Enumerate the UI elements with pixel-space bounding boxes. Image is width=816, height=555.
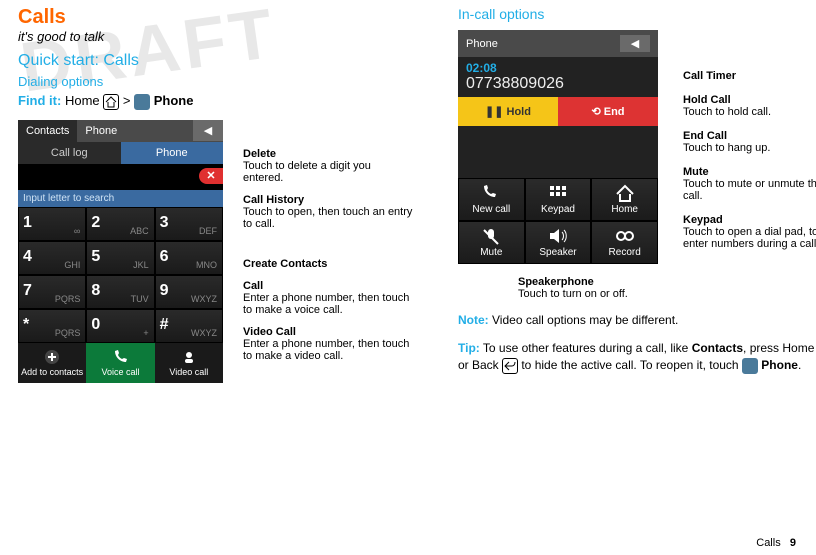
incall-blank [458, 126, 658, 178]
find-home: Home [65, 93, 100, 108]
callout-keypad: KeypadTouch to open a dial pad, to enter… [683, 214, 816, 250]
video-call-button[interactable]: Video call [155, 343, 223, 383]
callout-mute: MuteTouch to mute or unmute the call. [683, 166, 816, 202]
tip-line: Tip: To use other features during a call… [458, 340, 816, 374]
dialing-heading: Dialing options [18, 74, 418, 89]
home-icon [103, 94, 119, 110]
dial-keypad: 1∞ 2ABC 3DEF 4GHI 5JKL 6MNO 7PQRS 8TUV 9… [18, 207, 223, 343]
dialer-mock: Contacts Phone ◀ Call log Phone ✕ Input … [18, 120, 223, 383]
callout-create: Create Contacts [243, 258, 413, 270]
key-4[interactable]: 4GHI [18, 241, 86, 275]
phone-icon [112, 349, 128, 365]
key-9[interactable]: 9WXYZ [155, 275, 223, 309]
find-it-line: Find it: Home > Phone [18, 93, 418, 110]
callout-hold: Hold CallTouch to hold call. [683, 94, 816, 118]
callout-history: Call HistoryTouch to open, then touch an… [243, 194, 413, 230]
plus-icon [44, 349, 60, 365]
keypad-button[interactable]: Keypad [525, 178, 592, 221]
video-icon [181, 349, 197, 365]
key-1[interactable]: 1∞ [18, 207, 86, 241]
key-0[interactable]: 0+ [86, 309, 154, 343]
record-icon [615, 227, 635, 245]
key-hash[interactable]: #WXYZ [155, 309, 223, 343]
tab-phone[interactable]: Phone [77, 120, 125, 142]
number-display: ✕ [18, 164, 223, 190]
phone-app-icon [742, 358, 758, 374]
key-star[interactable]: *PQRS [18, 309, 86, 343]
key-6[interactable]: 6MNO [155, 241, 223, 275]
nav-back-button[interactable]: ◀ [193, 120, 223, 141]
end-button[interactable]: ⟲ End [558, 97, 658, 126]
find-it-label: Find it: [18, 93, 61, 108]
key-3[interactable]: 3DEF [155, 207, 223, 241]
page-title: Calls [18, 6, 418, 29]
quickstart-heading: Quick start: Calls [18, 52, 418, 70]
dialer-subtabs: Call log Phone [18, 142, 223, 164]
voice-call-button[interactable]: Voice call [86, 343, 154, 383]
speaker-icon [548, 227, 568, 245]
key-5[interactable]: 5JKL [86, 241, 154, 275]
incall-callouts: Call Timer Hold CallTouch to hold call. … [683, 70, 816, 262]
phone-plus-icon [481, 184, 501, 202]
callout-end: End CallTouch to hang up. [683, 130, 816, 154]
incall-info: 02:08 07738809026 [458, 57, 658, 97]
search-bar[interactable]: Input letter to search [18, 190, 223, 207]
tip-label: Tip: [458, 341, 480, 355]
key-7[interactable]: 7PQRS [18, 275, 86, 309]
incall-buttons: ❚❚ Hold ⟲ End [458, 97, 658, 126]
new-call-button[interactable]: New call [458, 178, 525, 221]
incall-mock: Phone ◀ 02:08 07738809026 ❚❚ Hold ⟲ End … [458, 30, 658, 264]
mute-icon [481, 227, 501, 245]
phone-app-icon [134, 94, 150, 110]
key-2[interactable]: 2ABC [86, 207, 154, 241]
footer-page: 9 [790, 537, 796, 549]
tagline: it's good to talk [18, 29, 418, 44]
footer-section: Calls [756, 537, 780, 549]
incall-title: Phone [466, 38, 498, 50]
tab-contacts[interactable]: Contacts [18, 120, 77, 142]
subtab-calllog[interactable]: Call log [18, 142, 121, 164]
incall-heading: In-call options [458, 6, 816, 22]
call-timer: 02:08 [466, 61, 650, 75]
key-8[interactable]: 8TUV [86, 275, 154, 309]
find-phone: Phone [154, 93, 194, 108]
dialer-titlebar: Contacts Phone ◀ [18, 120, 223, 142]
keypad-icon [548, 184, 568, 202]
add-to-contacts-button[interactable]: Add to contacts [18, 343, 86, 383]
home-button[interactable]: Home [591, 178, 658, 221]
back-icon [502, 358, 518, 374]
home-icon [615, 184, 635, 202]
note-text: Video call options may be different. [492, 313, 678, 327]
record-button[interactable]: Record [591, 221, 658, 264]
dialer-callouts: DeleteTouch to delete a digit you entere… [243, 120, 413, 372]
mute-button[interactable]: Mute [458, 221, 525, 264]
incall-titlebar: Phone ◀ [458, 30, 658, 57]
dialer-actions: Add to contacts Voice call Video call [18, 343, 223, 383]
callout-video: Video CallEnter a phone number, then tou… [243, 326, 413, 362]
delete-button[interactable]: ✕ [199, 168, 223, 184]
subtab-phone[interactable]: Phone [121, 142, 224, 164]
hold-button[interactable]: ❚❚ Hold [458, 97, 558, 126]
page-footer: Calls 9 [756, 537, 796, 549]
speaker-button[interactable]: Speaker [525, 221, 592, 264]
callout-call: CallEnter a phone number, then touch to … [243, 280, 413, 316]
find-gt: > [123, 93, 131, 108]
note-label: Note: [458, 313, 489, 327]
call-number: 07738809026 [466, 75, 650, 93]
incall-grid: New call Keypad Home Mute [458, 178, 658, 264]
callout-delete: DeleteTouch to delete a digit you entere… [243, 148, 413, 184]
incall-nav-back[interactable]: ◀ [620, 35, 650, 52]
note-line: Note: Video call options may be differen… [458, 312, 816, 328]
callout-timer: Call Timer [683, 70, 816, 82]
callout-speaker: SpeakerphoneTouch to turn on or off. [518, 276, 718, 300]
